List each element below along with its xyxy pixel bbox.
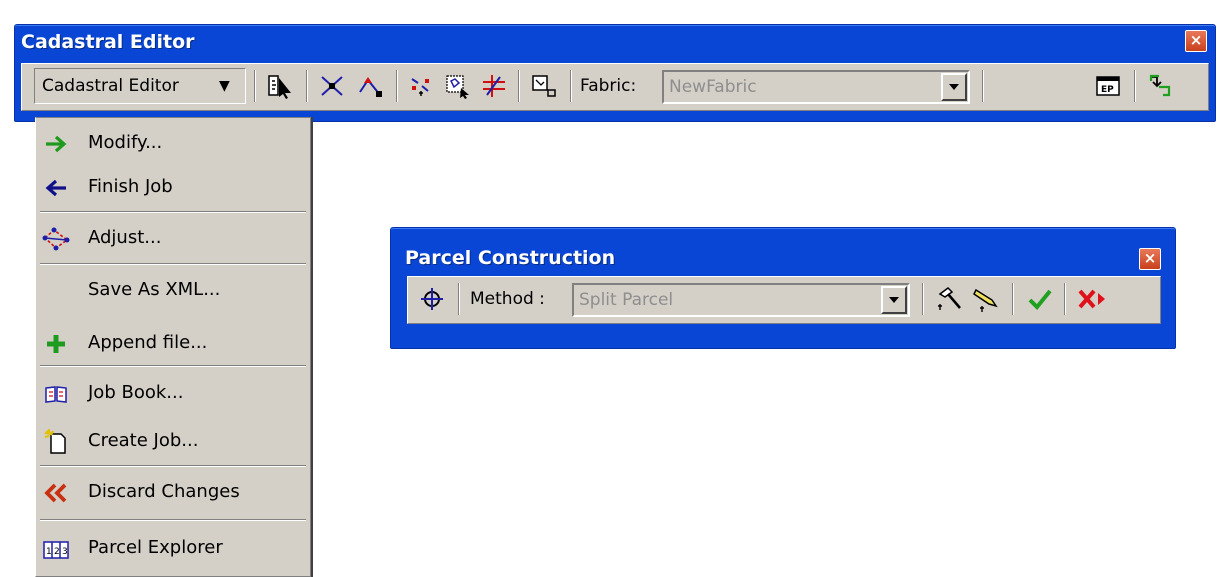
toolbar-separator (1064, 283, 1066, 315)
toolbar-separator (254, 70, 256, 102)
menu-item-label: Create Job... (88, 430, 199, 451)
dropdown-arrow-icon (949, 84, 959, 90)
svg-text:3: 3 (62, 547, 68, 557)
new-document-icon (42, 428, 70, 456)
fabric-select-value: NewFabric (669, 77, 757, 97)
green-right-arrow-icon (42, 130, 70, 158)
red-x-icon (1078, 289, 1105, 309)
cadastral-editor-menu-button[interactable]: Cadastral Editor ▼ (34, 68, 246, 104)
menu-separator (40, 465, 306, 467)
menu-item-modify[interactable]: Modify... (36, 121, 310, 165)
toolbar-separator (1134, 70, 1136, 102)
cadastral-editor-toolbar: Cadastral Editor × Cadastral Editor ▼ Fa… (14, 24, 1216, 122)
svg-text:EP: EP (1101, 85, 1114, 95)
menu-item-label: Adjust... (88, 227, 162, 248)
parcel-toolbar-bar: Method : Split Parcel (407, 276, 1161, 324)
svg-text:1: 1 (46, 547, 52, 557)
cadastral-editor-title: Cadastral Editor (21, 31, 195, 53)
parcel-construction-toolbar: Parcel Construction × Method : Split Par… (390, 227, 1176, 349)
cadastral-editor-menu: Modify... Finish Job Adjust... Save As X… (35, 117, 311, 577)
menu-item-label: Parcel Explorer (88, 537, 223, 558)
svg-text:2: 2 (54, 547, 60, 557)
parcel-construction-title: Parcel Construction (405, 247, 616, 269)
construct-lines-icon (483, 75, 505, 97)
method-dropdown-button[interactable] (881, 286, 907, 314)
split-line-icon (411, 78, 429, 96)
menu-item-save-as-xml[interactable]: Save As XML... (36, 268, 310, 312)
select-parcel-tool[interactable] (264, 70, 296, 102)
properties-window-icon: EP (1096, 76, 1120, 96)
fabric-select[interactable]: NewFabric (662, 70, 970, 104)
menu-item-job-book[interactable]: Job Book... (36, 371, 310, 415)
intersect-point-icon (321, 76, 343, 96)
intersect-point-tool[interactable] (316, 70, 348, 102)
toolbar-separator (1012, 283, 1014, 315)
pencil-tool[interactable] (970, 283, 1002, 315)
menu-item-label: Modify... (88, 132, 163, 153)
split-line-tool[interactable] (406, 70, 438, 102)
menu-item-discard-changes[interactable]: Discard Changes (36, 470, 310, 514)
chevron-down-icon: ▼ (219, 78, 230, 94)
accept-tool[interactable] (1024, 283, 1056, 315)
fabric-label: Fabric: (580, 76, 637, 96)
load-data-icon (1149, 74, 1171, 97)
menu-item-label: Append file... (88, 332, 208, 353)
select-points-icon (446, 75, 469, 99)
toolbar-separator (982, 70, 984, 102)
parcel-close-button[interactable]: × (1139, 248, 1161, 270)
green-plus-icon (42, 330, 70, 358)
load-data-tool[interactable] (1144, 70, 1176, 102)
fabric-properties-tool[interactable]: EP (1092, 70, 1124, 102)
menu-separator (40, 519, 306, 521)
construct-lines-tool[interactable] (478, 70, 510, 102)
menu-separator (40, 263, 306, 265)
menu-item-label: Discard Changes (88, 481, 240, 502)
menu-item-adjust[interactable]: Adjust... (36, 216, 310, 260)
blue-left-arrow-icon (42, 174, 70, 202)
green-checkmark-icon (1028, 289, 1052, 310)
menu-separator (40, 211, 306, 213)
select-parcel-icon (268, 75, 291, 99)
line-point-icon (359, 77, 382, 97)
dropdown-arrow-icon (889, 297, 899, 303)
toolbar-separator (518, 70, 520, 102)
menu-item-finish-job[interactable]: Finish Job (36, 165, 310, 209)
toolbar-separator (306, 70, 308, 102)
menu-item-label: Finish Job (88, 176, 173, 197)
menu-item-parcel-explorer[interactable]: 1 2 3 Parcel Explorer (36, 526, 310, 570)
select-points-tool[interactable] (442, 70, 474, 102)
parcel-extent-tool[interactable] (528, 70, 560, 102)
line-point-tool[interactable] (354, 70, 386, 102)
toolbar-separator (922, 283, 924, 315)
menu-item-label: Job Book... (88, 382, 184, 403)
method-label: Method : (470, 289, 545, 309)
toolbar-separator (458, 283, 460, 315)
book-icon (42, 380, 70, 408)
crosshair-icon (421, 288, 443, 310)
parcel-explorer-icon: 1 2 3 (42, 535, 70, 563)
method-select[interactable]: Split Parcel (572, 283, 910, 317)
toolbar-separator (570, 70, 572, 102)
method-select-value: Split Parcel (579, 290, 674, 310)
menu-item-append-file[interactable]: Append file... (36, 321, 310, 365)
pencil-icon (973, 288, 998, 312)
cadastral-editor-menu-label: Cadastral Editor (42, 76, 179, 96)
cancel-tool[interactable] (1076, 283, 1108, 315)
menu-separator (40, 365, 306, 367)
menu-item-create-job[interactable]: Create Job... (36, 419, 310, 463)
hammer-tool[interactable] (934, 283, 966, 315)
cadastral-close-button[interactable]: × (1185, 30, 1207, 52)
hammer-icon (938, 287, 961, 310)
adjust-network-icon (42, 225, 70, 253)
fabric-dropdown-button[interactable] (941, 73, 967, 101)
target-point-tool[interactable] (416, 283, 448, 315)
cadastral-toolbar-bar: Cadastral Editor ▼ Fabric: NewFabric EP (21, 63, 1209, 111)
toolbar-separator (396, 70, 398, 102)
menu-item-label: Save As XML... (88, 279, 221, 300)
double-chevron-left-icon (42, 479, 70, 507)
parcel-extent-icon (532, 75, 556, 97)
